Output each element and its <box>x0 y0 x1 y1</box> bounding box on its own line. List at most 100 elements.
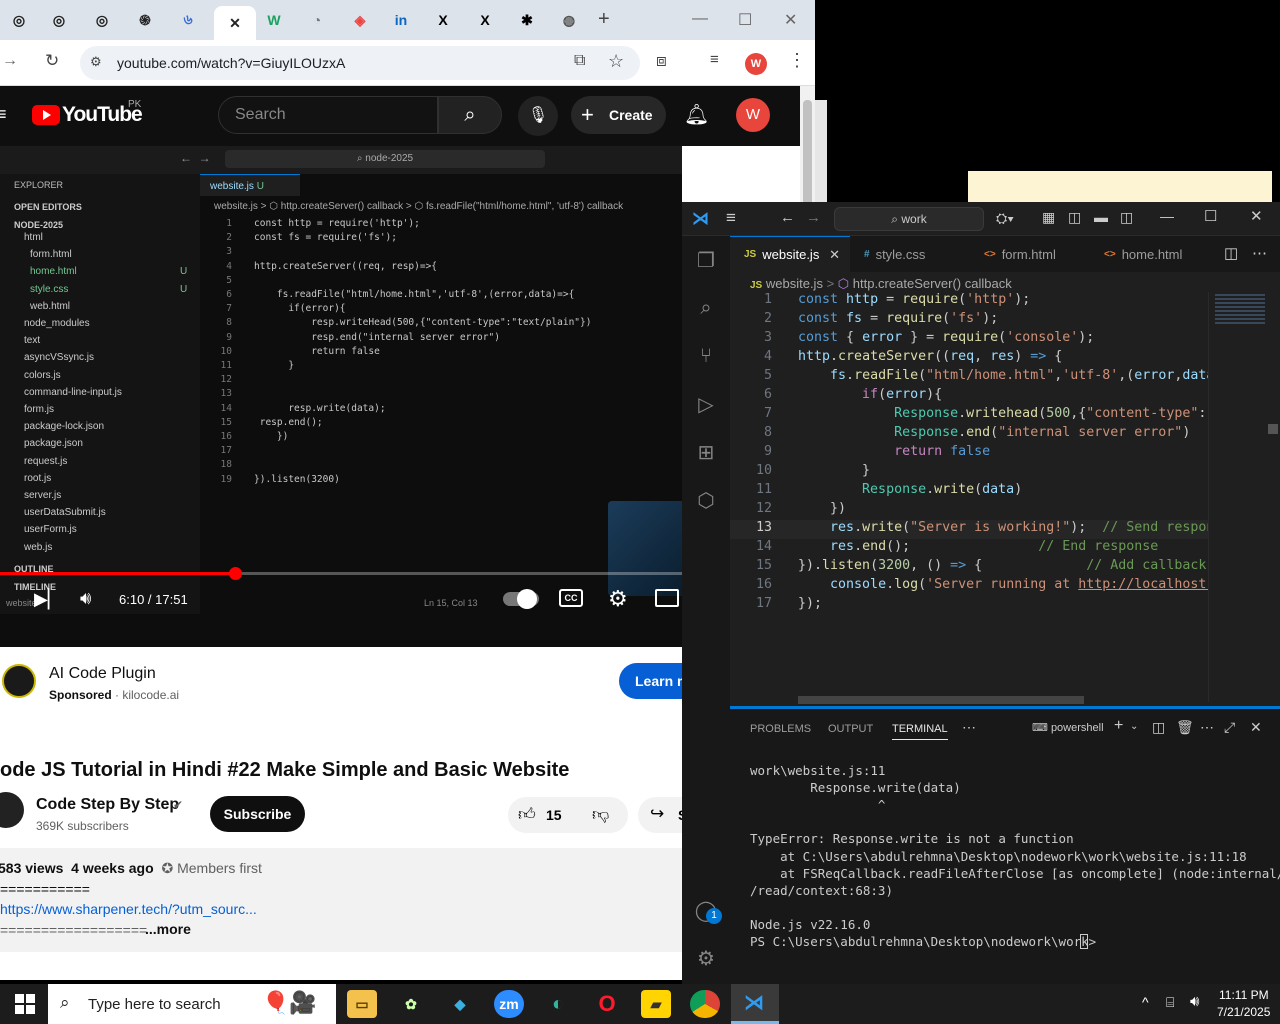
panel-tab-output[interactable]: OUTPUT <box>828 723 873 735</box>
progress-track[interactable] <box>0 567 682 580</box>
volume-icon[interactable]: 🔊︎ <box>80 588 91 609</box>
command-center[interactable]: ⌕ work <box>834 207 984 231</box>
close-icon[interactable]: ✕ <box>784 10 797 30</box>
explorer-file[interactable]: command-line-input.js <box>24 387 122 398</box>
explorer-file[interactable]: userDataSubmit.js <box>24 507 106 518</box>
toggle-secondary-icon[interactable]: ◫ <box>1120 209 1133 226</box>
toggle-sidebar-icon[interactable]: ◫ <box>1068 209 1081 226</box>
progress-scrubber[interactable] <box>229 567 243 580</box>
explorer-file[interactable]: asyncVSsync.js <box>24 352 94 363</box>
menu-icon[interactable]: ≡ <box>726 208 736 228</box>
taskbar-search[interactable]: ⌕ Type here to search 🎈🎥 <box>48 984 336 1024</box>
editor-tab-home-html[interactable]: <> home.html <box>1090 236 1208 272</box>
browser-tab[interactable]: ✱ <box>506 4 548 36</box>
explorer-file[interactable]: package-lock.json <box>24 421 104 432</box>
minimap[interactable] <box>1208 292 1266 702</box>
panel-overflow-icon[interactable]: ⋯ <box>1200 719 1214 736</box>
layout-icon[interactable]: ▦ <box>1042 209 1055 226</box>
explorer-file[interactable]: text <box>24 335 40 346</box>
copilot-icon[interactable]: ⛭▾ <box>996 210 1014 227</box>
subscribe-button[interactable]: Subscribe <box>210 796 305 832</box>
explorer-file[interactable]: html <box>24 232 43 243</box>
browser-tab[interactable]: ৬ <box>167 4 209 36</box>
source-control-icon[interactable]: ⑂ <box>692 342 720 370</box>
browser-tab[interactable]: ◍ <box>548 4 590 36</box>
browser-tab[interactable]: ✕ <box>214 6 256 40</box>
maximize-icon[interactable]: ☐ <box>1204 207 1217 225</box>
editor-scrollbar[interactable] <box>1266 292 1280 702</box>
star-icon[interactable]: ☆ <box>608 51 624 72</box>
minimize-icon[interactable]: — <box>692 10 708 28</box>
breadcrumb-symbol[interactable]: http.createServer() callback <box>853 276 1012 291</box>
volume-icon[interactable]: 🔊︎ <box>1190 993 1199 1010</box>
browser-tab[interactable]: X <box>464 4 506 36</box>
mic-icon[interactable]: 🎙 <box>518 96 558 136</box>
description-box[interactable]: 583 views 4 weeks ago ✪ Members first ==… <box>0 848 682 952</box>
explorer-file[interactable]: web.js <box>24 542 52 553</box>
trash-icon[interactable]: 🗑︎ <box>1176 719 1194 736</box>
extensions-icon[interactable]: ⊞ <box>692 438 720 466</box>
chrome-icon[interactable] <box>690 990 720 1018</box>
close-icon[interactable]: ✕ <box>1250 207 1263 225</box>
panel-tab-problems[interactable]: PROBLEMS <box>750 723 811 735</box>
edge-icon[interactable]: ◐ <box>543 990 573 1018</box>
hamburger-icon[interactable]: ≡ <box>0 104 7 125</box>
browser-tab[interactable]: ◎ <box>38 4 80 36</box>
explorer-file[interactable]: form.js <box>24 404 54 415</box>
maximize-icon[interactable]: ☐ <box>738 10 752 30</box>
browser-tab[interactable]: ◎ <box>0 4 40 36</box>
more-link[interactable]: ...more <box>145 921 191 937</box>
channel-name[interactable]: Code Step By Step <box>36 796 179 814</box>
app-icon-1[interactable]: ✿ <box>396 990 426 1018</box>
manage-gear-icon[interactable]: ⚙ <box>692 944 720 972</box>
more-actions-icon[interactable]: ⋯ <box>1252 244 1267 262</box>
run-debug-icon[interactable]: ▷ <box>692 390 720 418</box>
explorer-file[interactable]: web.html <box>30 301 70 312</box>
search-box[interactable]: Search <box>218 96 438 134</box>
description-link[interactable]: https://www.sharpener.tech/?utm_sourc... <box>0 901 257 917</box>
minimize-icon[interactable]: — <box>1160 208 1174 224</box>
create-button[interactable]: + Create <box>571 96 666 134</box>
explorer-file[interactable]: node_modules <box>24 318 90 329</box>
toggle-panel-icon[interactable]: ▬ <box>1094 209 1108 225</box>
maximize-panel-icon[interactable]: ⤢ <box>1224 719 1235 736</box>
menu-icon[interactable]: ⋮ <box>788 50 806 71</box>
explorer-file[interactable]: root.js <box>24 473 51 484</box>
explorer-file[interactable]: form.html <box>30 249 72 260</box>
browser-tab[interactable]: ◔ <box>296 4 338 36</box>
user-avatar[interactable]: W <box>736 98 770 132</box>
autoplay-toggle[interactable] <box>503 589 539 609</box>
site-info-icon[interactable]: ⚙ <box>90 54 102 70</box>
taskbar-date[interactable]: 7/21/2025 <box>1217 1005 1270 1019</box>
browser-tab[interactable]: ◈ <box>339 4 381 36</box>
file-explorer-icon[interactable]: ▭ <box>347 990 377 1018</box>
editor-tab-style-css[interactable]: # style.css <box>850 236 970 272</box>
panel-tab-terminal[interactable]: TERMINAL <box>892 723 948 740</box>
search-icon[interactable]: ⌕ <box>692 294 720 322</box>
explorer-icon[interactable]: ❐ <box>692 246 720 274</box>
remote-icon[interactable]: ⬡ <box>692 486 720 514</box>
terminal-shell[interactable]: ⌨ powershell <box>1032 721 1104 734</box>
reload-icon[interactable]: ↻ <box>45 51 59 71</box>
editor-tab-website-js[interactable]: JS website.js ✕ <box>730 236 850 272</box>
like-button[interactable]: 👍︎ 15 👎︎ <box>508 797 628 833</box>
opera-icon[interactable]: O <box>592 990 622 1018</box>
address-bar[interactable]: ⚙ youtube.com/watch?v=GiuyILOUzxA ⧉ ☆ <box>80 46 640 80</box>
tray-chevron-icon[interactable]: ^ <box>1142 994 1149 1010</box>
search-button[interactable]: ⌕ <box>438 96 502 134</box>
extensions-icon[interactable]: ⧈ <box>656 51 667 71</box>
forward-icon[interactable]: → <box>2 52 18 70</box>
breadcrumb-file[interactable]: website.js <box>766 276 823 291</box>
explorer-file[interactable]: colors.js <box>24 370 61 381</box>
settings-icon[interactable]: ⚙ <box>608 586 628 612</box>
vscode-taskbar-button[interactable]: ⋊ <box>731 984 779 1024</box>
media-icon[interactable]: ≡ <box>710 51 719 68</box>
install-icon[interactable]: ⧉ <box>574 52 585 70</box>
code-editor[interactable]: 1 const http = require('http'); 2 const fs … <box>730 292 1222 702</box>
start-icon[interactable] <box>15 994 35 1014</box>
explorer-file[interactable]: style.css <box>30 284 68 295</box>
close-panel-icon[interactable]: ✕ <box>1250 719 1262 736</box>
new-tab-button[interactable]: + <box>598 8 610 31</box>
browser-tab[interactable]: W <box>253 4 295 36</box>
network-icon[interactable]: ⌸ <box>1166 994 1174 1011</box>
